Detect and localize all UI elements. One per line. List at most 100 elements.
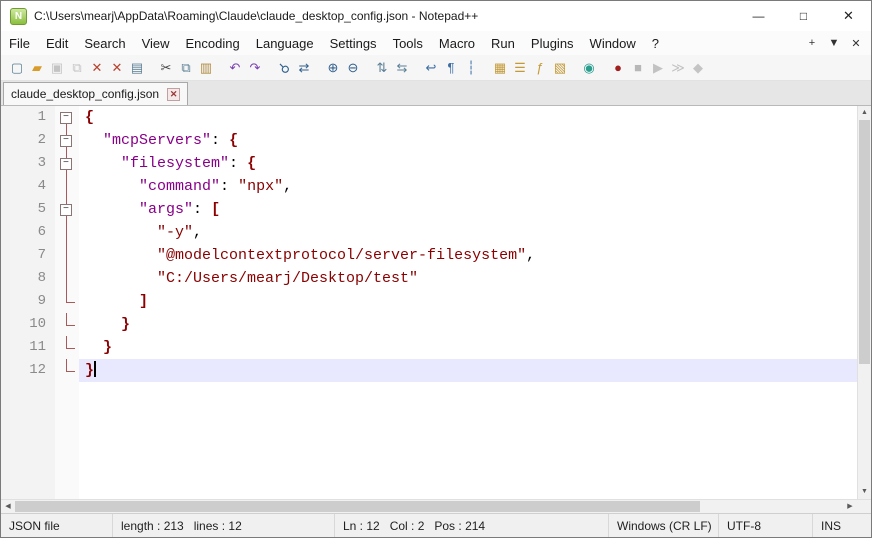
close-all-icon[interactable]: ✕ <box>108 59 126 77</box>
toolbar-separator <box>147 59 156 77</box>
menu-plugins[interactable]: Plugins <box>523 31 582 55</box>
tab-claude-desktop-config[interactable]: claude_desktop_config.json ✕ <box>3 82 188 105</box>
word-wrap-icon[interactable]: ↩ <box>422 59 440 77</box>
fold-margin <box>55 244 79 267</box>
code-line[interactable]: } <box>79 313 857 336</box>
play-macro-icon: ▶ <box>649 59 667 77</box>
menu-view[interactable]: View <box>134 31 178 55</box>
redo-icon[interactable]: ↷ <box>246 59 264 77</box>
menu-window[interactable]: Window <box>582 31 644 55</box>
notepadpp-icon[interactable]: N <box>10 8 27 25</box>
code-line[interactable]: "-y", <box>79 221 857 244</box>
indent-guide-icon[interactable]: ┆ <box>462 59 480 77</box>
scroll-right-icon[interactable]: ▶ <box>843 500 857 514</box>
scroll-left-icon[interactable]: ◀ <box>1 500 15 514</box>
monitoring-icon[interactable]: ◉ <box>580 59 598 77</box>
fold-line <box>66 290 67 302</box>
horizontal-scrollbar-row: ◀ ▶ <box>1 499 871 513</box>
fold-collapse-icon[interactable]: − <box>60 158 72 170</box>
window-title: C:\Users\mearj\AppData\Roaming\Claude\cl… <box>34 9 736 23</box>
fold-margin <box>55 313 79 336</box>
line-number: 10 <box>1 313 55 336</box>
code-line[interactable]: "command": "npx", <box>79 175 857 198</box>
code-line[interactable]: } <box>79 359 857 382</box>
menu-settings[interactable]: Settings <box>322 31 385 55</box>
line-number: 8 <box>1 267 55 290</box>
horizontal-scroll-thumb[interactable] <box>15 501 700 512</box>
menu-file[interactable]: File <box>1 31 38 55</box>
close-document-button[interactable]: ✕ <box>845 32 867 54</box>
code-line[interactable]: "@modelcontextprotocol/server-filesystem… <box>79 244 857 267</box>
code-line[interactable]: { <box>79 106 857 129</box>
function-list-icon[interactable]: ƒ <box>531 59 549 77</box>
toolbar-separator <box>570 59 579 77</box>
fold-margin <box>55 175 79 198</box>
close-file-icon[interactable]: ✕ <box>88 59 106 77</box>
code-line[interactable]: ] <box>79 290 857 313</box>
editor-line-2: 2− "mcpServers": { <box>1 129 857 152</box>
new-file-icon[interactable]: ▢ <box>8 59 26 77</box>
line-number: 7 <box>1 244 55 267</box>
fold-collapse-icon[interactable]: − <box>60 112 72 124</box>
sync-horizontal-icon[interactable]: ⇆ <box>393 59 411 77</box>
vertical-scroll-thumb[interactable] <box>859 120 870 364</box>
maximize-button[interactable]: □ <box>781 1 826 31</box>
code-line[interactable]: } <box>79 336 857 359</box>
horizontal-scrollbar[interactable]: ◀ ▶ <box>1 500 857 513</box>
status-eol-format[interactable]: Windows (CR LF) <box>609 514 719 537</box>
status-cursor-position: Ln : 12 Col : 2 Pos : 214 <box>335 514 609 537</box>
paste-icon[interactable]: ▥ <box>197 59 215 77</box>
code-line[interactable]: "C:/Users/mearj/Desktop/test" <box>79 267 857 290</box>
title-bar[interactable]: N C:\Users\mearj\AppData\Roaming\Claude\… <box>1 1 871 31</box>
scroll-up-icon[interactable]: ▲ <box>858 106 871 120</box>
copy-icon[interactable]: ⧉ <box>177 59 195 77</box>
undo-icon[interactable]: ↶ <box>226 59 244 77</box>
document-list-icon[interactable]: ☰ <box>511 59 529 77</box>
fold-line <box>66 325 75 326</box>
close-button[interactable]: ✕ <box>826 1 871 31</box>
code-line[interactable]: "filesystem": { <box>79 152 857 175</box>
menu-help[interactable]: ? <box>644 31 667 55</box>
vertical-scrollbar[interactable]: ▲ ▼ <box>857 106 871 499</box>
folder-as-workspace-icon[interactable]: ▧ <box>551 59 569 77</box>
minimize-button[interactable]: — <box>736 1 781 31</box>
document-map-icon[interactable]: ▦ <box>491 59 509 77</box>
menu-run[interactable]: Run <box>483 31 523 55</box>
line-number: 9 <box>1 290 55 313</box>
fold-margin: − <box>55 106 79 129</box>
tab-bar: claude_desktop_config.json ✕ <box>1 81 871 106</box>
show-all-characters-icon[interactable]: ¶ <box>442 59 460 77</box>
menu-edit[interactable]: Edit <box>38 31 76 55</box>
replace-icon[interactable]: ⇄ <box>295 59 313 77</box>
cut-icon[interactable]: ✂ <box>157 59 175 77</box>
code-line[interactable]: "mcpServers": { <box>79 129 857 152</box>
fold-collapse-icon[interactable]: − <box>60 135 72 147</box>
new-tab-button[interactable]: + <box>801 32 823 54</box>
scroll-down-icon[interactable]: ▼ <box>858 485 871 499</box>
menu-tools[interactable]: Tools <box>385 31 431 55</box>
sync-vertical-icon[interactable]: ⇅ <box>373 59 391 77</box>
menu-search[interactable]: Search <box>76 31 133 55</box>
code-line[interactable]: "args": [ <box>79 198 857 221</box>
menu-encoding[interactable]: Encoding <box>178 31 248 55</box>
print-icon[interactable]: ▤ <box>128 59 146 77</box>
open-file-icon[interactable]: ▰ <box>28 59 46 77</box>
editor-area: 1−{2− "mcpServers": {3− "filesystem": {4… <box>1 106 871 499</box>
status-encoding[interactable]: UTF-8 <box>719 514 813 537</box>
tab-close-icon[interactable]: ✕ <box>167 88 180 101</box>
find-icon[interactable]: ⚲ <box>271 55 296 80</box>
zoom-out-icon[interactable]: ⊖ <box>344 59 362 77</box>
toolbar-separator <box>481 59 490 77</box>
fold-collapse-icon[interactable]: − <box>60 204 72 216</box>
menu-macro[interactable]: Macro <box>431 31 483 55</box>
record-macro-icon[interactable]: ● <box>609 59 627 77</box>
toolbar-separator <box>314 59 323 77</box>
fold-margin: − <box>55 198 79 221</box>
menu-bar: FileEditSearchViewEncodingLanguageSettin… <box>1 31 871 55</box>
zoom-in-icon[interactable]: ⊕ <box>324 59 342 77</box>
status-insert-mode[interactable]: INS <box>813 514 871 537</box>
tab-list-button[interactable]: ▼ <box>823 32 845 54</box>
editor-lines[interactable]: 1−{2− "mcpServers": {3− "filesystem": {4… <box>1 106 857 499</box>
editor-line-7: 7 "@modelcontextprotocol/server-filesyst… <box>1 244 857 267</box>
menu-language[interactable]: Language <box>248 31 322 55</box>
